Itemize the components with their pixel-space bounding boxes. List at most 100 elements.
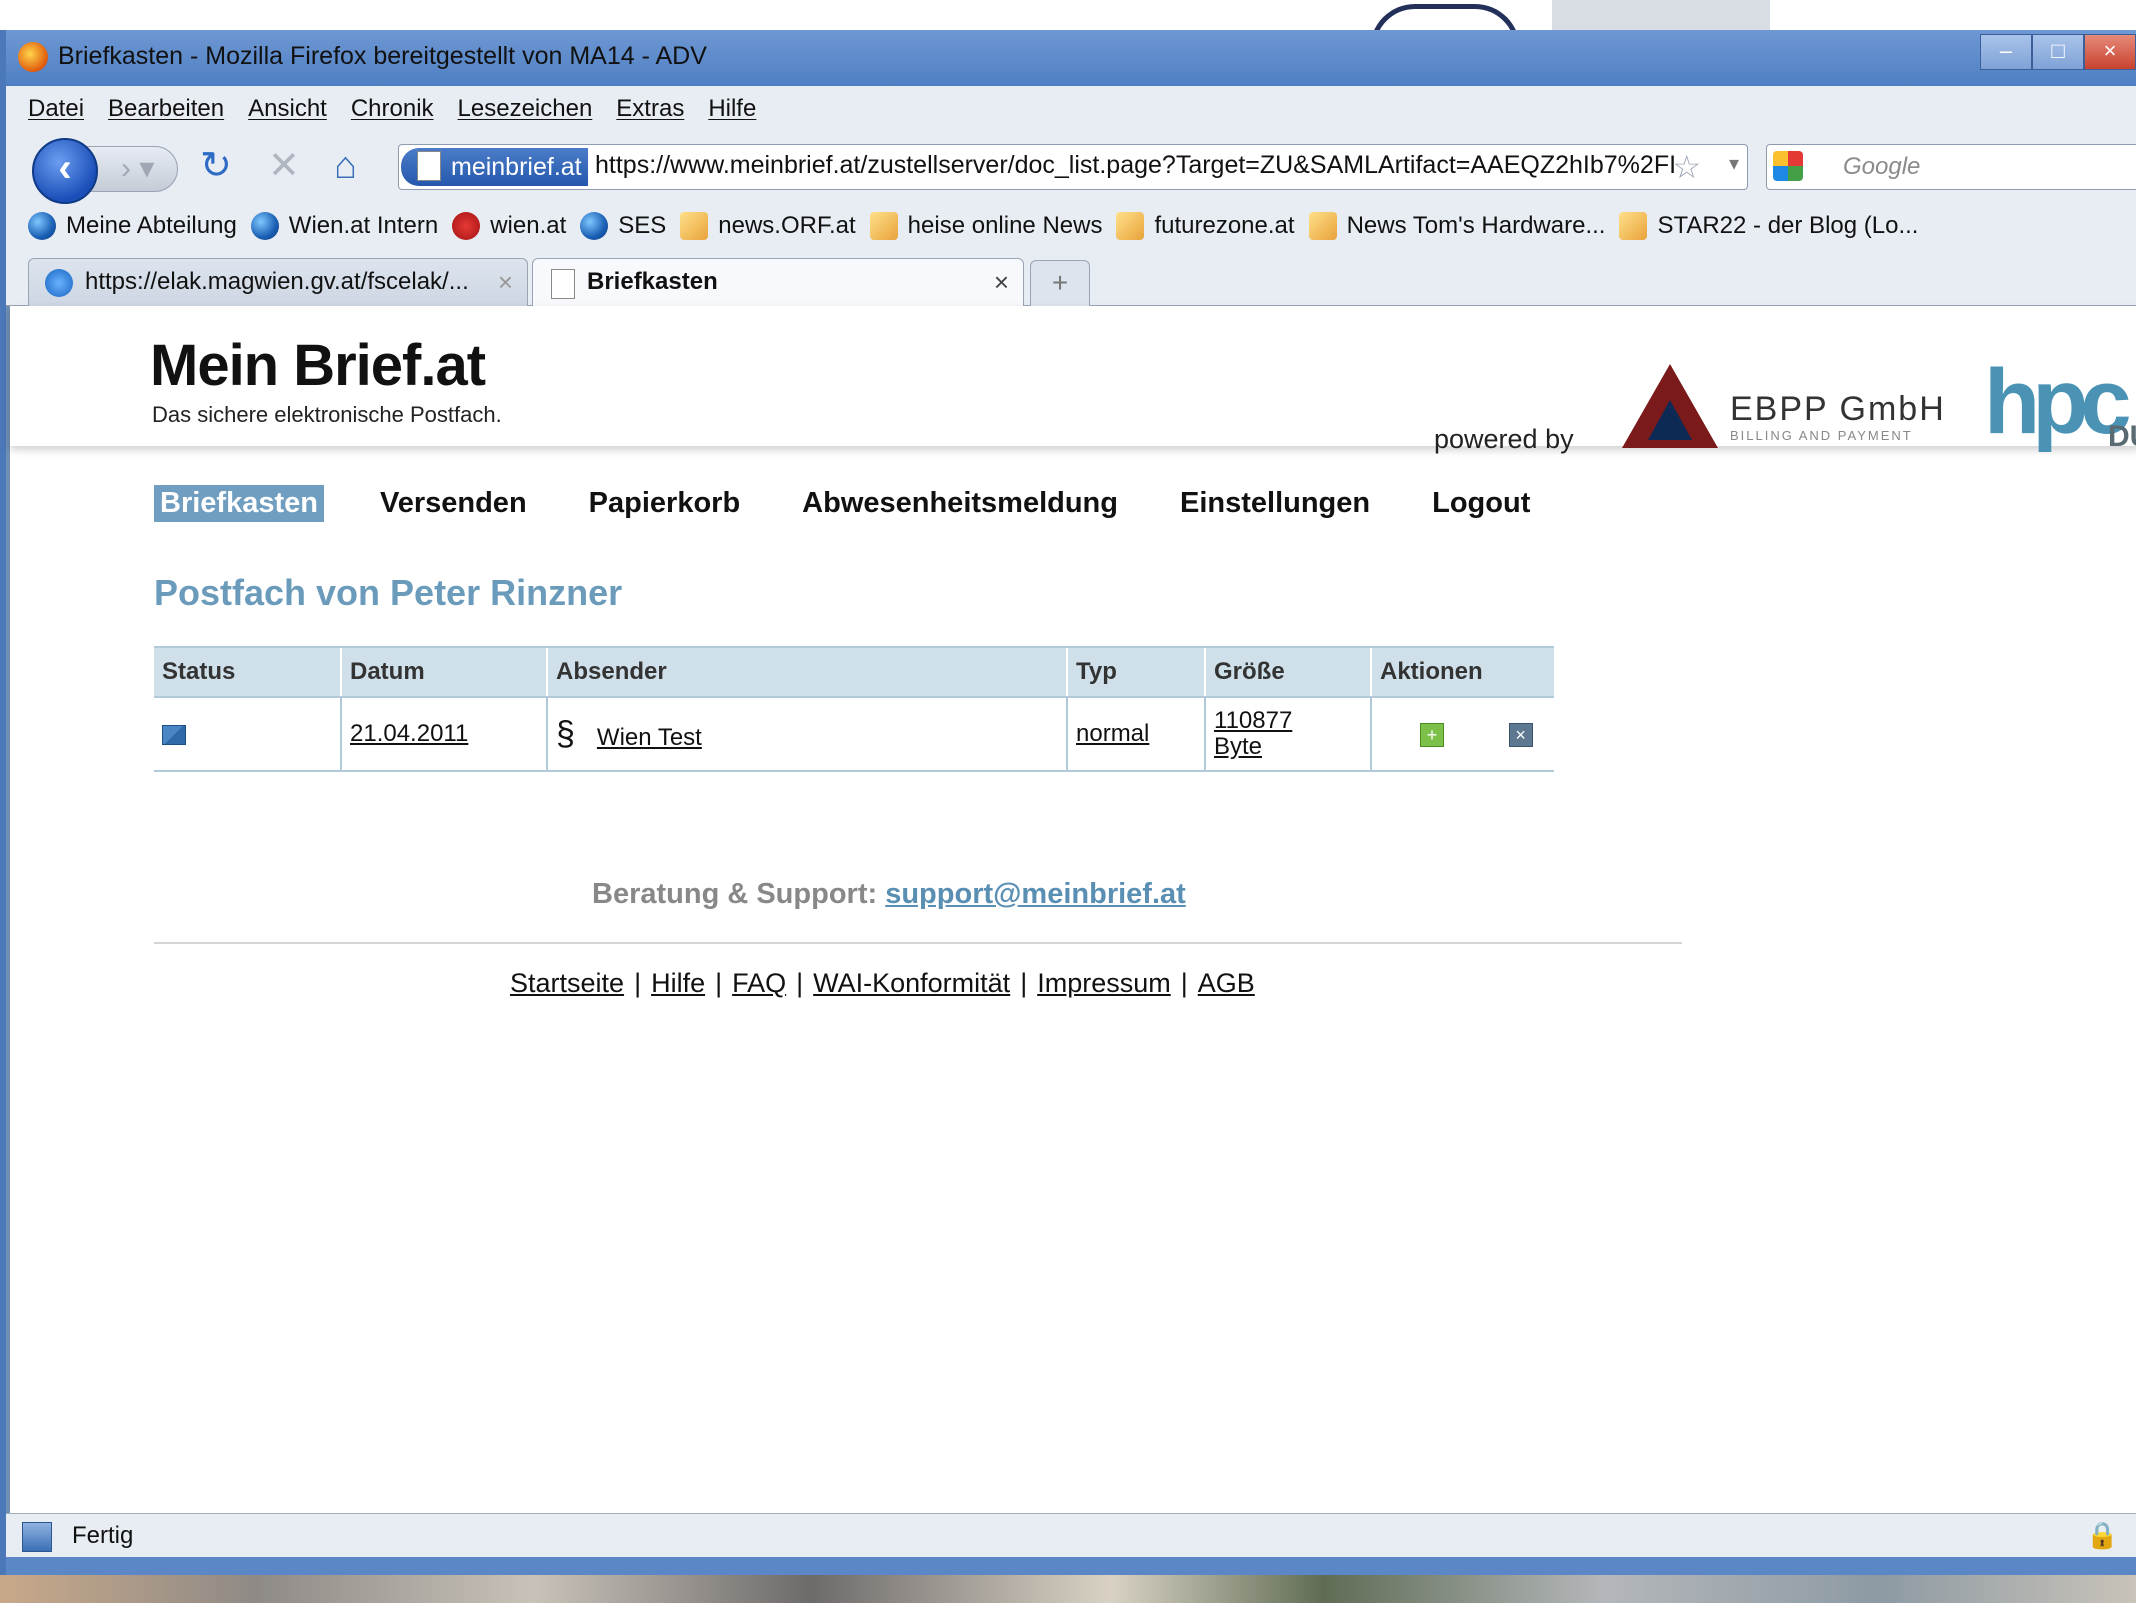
support-label: Beratung & Support: xyxy=(592,878,878,910)
table-row[interactable]: 21.04.2011 § Wien Test normal 110877 Byte … xyxy=(154,697,1554,772)
sender-cell: § Wien Test xyxy=(546,697,1067,772)
nav-abwesenheitsmeldung[interactable]: Abwesenheitsmeldung xyxy=(796,485,1124,522)
navigation-toolbar: › ▾ ‹ ↻ ✕ ⌂ meinbrief.at https://www.mei… xyxy=(6,132,2136,204)
desktop-panel-decoration xyxy=(1552,0,1770,30)
paragraph-icon: § xyxy=(556,714,575,753)
menu-hilfe[interactable]: Hilfe xyxy=(708,95,756,123)
rss-icon xyxy=(869,212,898,240)
back-button[interactable]: ‹ xyxy=(32,138,98,204)
close-window-button[interactable]: × xyxy=(2084,34,2136,70)
open-document-icon[interactable]: + xyxy=(1420,722,1444,747)
footer-separator: | xyxy=(1020,968,1028,998)
menu-chronik[interactable]: Chronik xyxy=(351,95,434,123)
tab-label: Briefkasten xyxy=(587,268,718,295)
footer-link-faq[interactable]: FAQ xyxy=(732,968,786,998)
menu-bar: Datei Bearbeiten Ansicht Chronik Lesezei… xyxy=(6,86,2136,132)
bookmark-item[interactable]: SES xyxy=(580,212,666,240)
menu-lesezeichen[interactable]: Lesezeichen xyxy=(458,95,593,123)
stop-icon[interactable]: ✕ xyxy=(268,146,300,186)
url-text[interactable]: https://www.meinbrief.at/zustellserver/d… xyxy=(595,151,1675,180)
globe-icon xyxy=(580,212,609,240)
desktop-background-top xyxy=(0,0,2136,49)
search-engine-icon[interactable] xyxy=(1773,151,1803,181)
window-controls: – □ × xyxy=(1980,34,2136,70)
message-table: Status Datum Absender Typ Größe Aktionen… xyxy=(154,646,1554,772)
desktop-background-bottom xyxy=(0,1575,2136,1603)
minimize-button[interactable]: – xyxy=(1980,34,2032,70)
close-tab-icon[interactable]: × xyxy=(498,259,513,305)
tab-briefkasten[interactable]: Briefkasten × xyxy=(532,258,1024,306)
footer-link-impressum[interactable]: Impressum xyxy=(1037,968,1171,998)
bookmark-item[interactable]: wien.at xyxy=(452,212,566,240)
nav-logout[interactable]: Logout xyxy=(1426,485,1536,522)
sender-link[interactable]: Wien Test xyxy=(597,724,702,751)
site-header: Mein Brief.at Das sichere elektronische … xyxy=(10,306,2136,454)
firefox-icon xyxy=(18,42,48,72)
main-navigation: Briefkasten Versenden Papierkorb Abwesen… xyxy=(154,482,1586,524)
lock-icon[interactable]: 🔒 xyxy=(2086,1520,2118,1551)
col-aktionen: Aktionen xyxy=(1370,646,1554,698)
status-cell xyxy=(154,697,341,772)
footer-link-startseite[interactable]: Startseite xyxy=(510,968,624,998)
date-link[interactable]: 21.04.2011 xyxy=(350,720,468,747)
bookmark-item[interactable]: Wien.at Intern xyxy=(250,212,438,240)
globe-icon xyxy=(250,212,279,240)
col-groesse: Größe xyxy=(1204,646,1371,698)
footer-link-wai[interactable]: WAI-Konformität xyxy=(813,968,1010,998)
rss-icon xyxy=(1619,212,1648,240)
close-tab-icon[interactable]: × xyxy=(994,259,1009,305)
size-link[interactable]: 110877 Byte xyxy=(1214,707,1292,760)
page-icon xyxy=(551,269,575,299)
nav-briefkasten[interactable]: Briefkasten xyxy=(154,484,324,522)
menu-datei[interactable]: Datei xyxy=(28,95,84,123)
menu-extras[interactable]: Extras xyxy=(616,95,684,123)
powered-by-label: powered by xyxy=(1434,424,1574,454)
url-bar[interactable]: meinbrief.at https://www.meinbrief.at/zu… xyxy=(398,144,1748,190)
bookmark-item[interactable]: news.ORF.at xyxy=(680,212,856,240)
size-unit: Byte xyxy=(1214,733,1263,760)
type-link[interactable]: normal xyxy=(1076,720,1149,747)
bookmark-item[interactable]: futurezone.at xyxy=(1116,212,1295,240)
window-title: Briefkasten - Mozilla Firefox bereitgest… xyxy=(58,42,707,70)
bookmark-item[interactable]: heise online News xyxy=(869,212,1102,240)
nav-einstellungen[interactable]: Einstellungen xyxy=(1174,485,1376,522)
maximize-button[interactable]: □ xyxy=(2032,34,2084,70)
globe-icon xyxy=(28,212,56,240)
tab-bar: https://elak.magwien.gv.at/fscelak/... ×… xyxy=(6,252,2136,307)
search-bar[interactable]: Google xyxy=(1766,144,2136,190)
bookmark-star-icon[interactable]: ☆ xyxy=(1672,148,1701,186)
bookmark-item[interactable]: News Tom's Hardware... xyxy=(1308,212,1605,240)
footer-link-hilfe[interactable]: Hilfe xyxy=(651,968,705,998)
footer-separator: | xyxy=(796,968,804,998)
home-icon[interactable]: ⌂ xyxy=(334,146,357,186)
delete-icon[interactable]: × xyxy=(1508,722,1533,747)
wien-icon xyxy=(452,212,481,240)
forward-button[interactable]: › ▾ xyxy=(86,146,178,192)
footer-links: Startseite | Hilfe | FAQ | WAI-Konformität | Imp… xyxy=(510,968,1255,999)
footer-link-agb[interactable]: AGB xyxy=(1198,968,1255,998)
bookmark-item[interactable]: STAR22 - der Blog (Lo... xyxy=(1619,212,1918,240)
page-content: Mein Brief.at Das sichere elektronische … xyxy=(6,306,2136,1513)
support-email-link[interactable]: support@meinbrief.at xyxy=(885,878,1186,910)
menu-bearbeiten[interactable]: Bearbeiten xyxy=(108,95,224,123)
nav-papierkorb[interactable]: Papierkorb xyxy=(583,485,747,522)
type-cell: normal xyxy=(1066,697,1205,772)
site-logo-title[interactable]: Mein Brief.at xyxy=(150,332,486,399)
col-status: Status xyxy=(154,646,341,698)
footer-separator: | xyxy=(715,968,723,998)
col-absender: Absender xyxy=(546,646,1067,698)
rss-icon xyxy=(1308,212,1337,240)
actions-cell: + × xyxy=(1370,697,1554,772)
reload-icon[interactable]: ↻ xyxy=(200,146,232,186)
nav-versenden[interactable]: Versenden xyxy=(374,485,533,522)
status-text: Fertig xyxy=(72,1522,134,1549)
menu-ansicht[interactable]: Ansicht xyxy=(248,95,327,123)
bookmark-item[interactable]: Meine Abteilung xyxy=(28,212,237,240)
title-bar: Briefkasten - Mozilla Firefox bereitgest… xyxy=(6,30,2136,86)
col-typ: Typ xyxy=(1066,646,1205,698)
tab-elak[interactable]: https://elak.magwien.gv.at/fscelak/... × xyxy=(28,258,528,306)
hpc-logo-suffix: DU xyxy=(2108,420,2136,453)
ebpp-logo-triangle-inner xyxy=(1648,400,1692,440)
new-tab-button[interactable]: + xyxy=(1030,260,1090,307)
url-dropdown-icon[interactable]: ▾ xyxy=(1729,151,1739,176)
